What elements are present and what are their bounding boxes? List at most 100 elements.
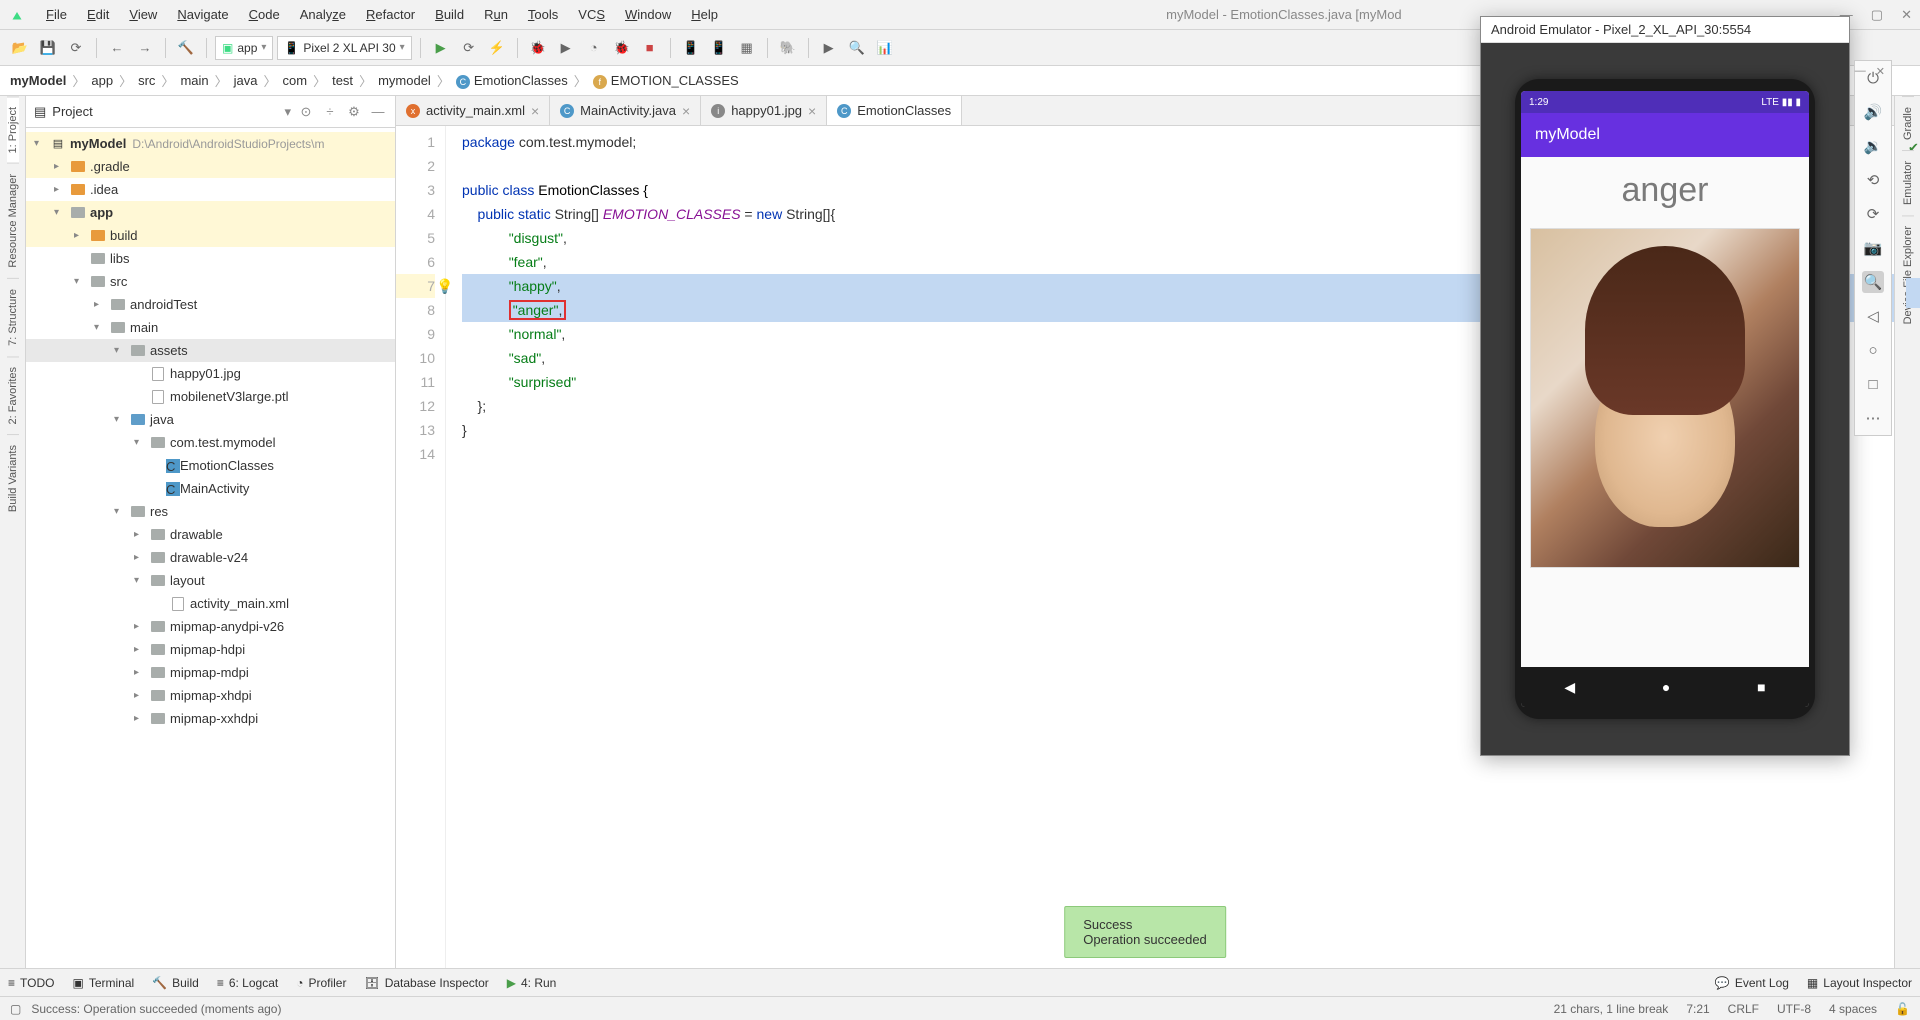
tree-root[interactable]: ▾▤myModelD:\Android\AndroidStudioProject… bbox=[26, 132, 395, 155]
coverage-icon[interactable]: ▶ bbox=[554, 36, 578, 60]
bottom-layout-inspector[interactable]: ▦ Layout Inspector bbox=[1807, 976, 1912, 990]
status-pos[interactable]: 7:21 bbox=[1686, 1002, 1709, 1016]
run-icon[interactable]: ▶ bbox=[429, 36, 453, 60]
status-box-icon[interactable]: ▢ bbox=[10, 1002, 21, 1016]
hide-icon[interactable]: — bbox=[369, 103, 387, 121]
emu-home-icon[interactable]: ○ bbox=[1862, 339, 1884, 361]
emulator-window-icon[interactable]: ▶ bbox=[817, 36, 841, 60]
gutter-project[interactable]: 1: Project bbox=[7, 96, 19, 163]
sdk-icon[interactable]: 📱 bbox=[707, 36, 731, 60]
bottom-logcat[interactable]: ≡ 6: Logcat bbox=[217, 976, 278, 990]
menu-run[interactable]: Run bbox=[474, 5, 518, 24]
tree-libs[interactable]: libs bbox=[26, 247, 395, 270]
apply-changes-icon[interactable]: ⟳ bbox=[457, 36, 481, 60]
save-icon[interactable]: 💾 bbox=[36, 36, 60, 60]
crumb-java[interactable]: java bbox=[234, 73, 258, 88]
tree-app[interactable]: ▾app bbox=[26, 201, 395, 224]
menu-refactor[interactable]: Refactor bbox=[356, 5, 425, 24]
crumb-project[interactable]: myModel bbox=[10, 73, 66, 88]
status-enc[interactable]: UTF-8 bbox=[1777, 1002, 1811, 1016]
tree-res[interactable]: ▾res bbox=[26, 500, 395, 523]
tree-drawable[interactable]: ▸drawable bbox=[26, 523, 395, 546]
run-config-selector[interactable]: ▣app▾ bbox=[215, 36, 273, 60]
rotate-left-icon[interactable]: ⟲ bbox=[1862, 169, 1884, 191]
tree-mip-xh[interactable]: ▸mipmap-xhdpi bbox=[26, 684, 395, 707]
project-tree[interactable]: ▾▤myModelD:\Android\AndroidStudioProject… bbox=[26, 128, 395, 968]
close-tab-icon[interactable]: × bbox=[682, 103, 690, 119]
crumb-com[interactable]: com bbox=[283, 73, 308, 88]
menu-build[interactable]: Build bbox=[425, 5, 474, 24]
tree-mip-h[interactable]: ▸mipmap-hdpi bbox=[26, 638, 395, 661]
crumb-test[interactable]: test bbox=[332, 73, 353, 88]
sync-gradle-icon[interactable]: 🐘 bbox=[776, 36, 800, 60]
select-opened-icon[interactable]: ⊙ bbox=[297, 103, 315, 121]
tree-mip-any[interactable]: ▸mipmap-anydpi-v26 bbox=[26, 615, 395, 638]
status-lock-icon[interactable]: 🔓 bbox=[1895, 1002, 1910, 1016]
menu-file[interactable]: File bbox=[36, 5, 77, 24]
nav-recent-icon[interactable]: ■ bbox=[1757, 679, 1765, 695]
maximize-icon[interactable]: ▢ bbox=[1871, 7, 1883, 23]
menu-code[interactable]: Code bbox=[239, 5, 290, 24]
emulator-window[interactable]: Android Emulator - Pixel_2_XL_API_30:555… bbox=[1480, 16, 1850, 756]
tree-mainactivity[interactable]: CMainActivity bbox=[26, 477, 395, 500]
bottom-run[interactable]: ▶ 4: Run bbox=[507, 976, 557, 990]
crumb-class[interactable]: CEmotionClasses bbox=[456, 73, 568, 89]
bottom-terminal[interactable]: ▣ Terminal bbox=[72, 976, 134, 990]
tree-mip-xxh[interactable]: ▸mipmap-xxhdpi bbox=[26, 707, 395, 730]
menu-window[interactable]: Window bbox=[615, 5, 681, 24]
back-icon[interactable]: ← bbox=[105, 36, 129, 60]
menu-vcs[interactable]: VCS bbox=[568, 5, 615, 24]
tab-activity-main[interactable]: xactivity_main.xml× bbox=[396, 96, 550, 125]
gutter-favorites[interactable]: 2: Favorites bbox=[7, 356, 19, 434]
emu-back-icon[interactable]: ◁ bbox=[1862, 305, 1884, 327]
gutter-device-explorer[interactable]: Device File Explorer bbox=[1902, 215, 1914, 334]
tree-mip-m[interactable]: ▸mipmap-mdpi bbox=[26, 661, 395, 684]
sync-icon[interactable]: ⟳ bbox=[64, 36, 88, 60]
bottom-db[interactable]: 🗄 Database Inspector bbox=[364, 976, 488, 990]
more-icon[interactable]: ⋯ bbox=[1862, 407, 1884, 429]
close-tab-icon[interactable]: × bbox=[531, 103, 539, 119]
bottom-profiler[interactable]: ◔ Profiler bbox=[296, 976, 346, 990]
nav-home-icon[interactable]: ● bbox=[1662, 679, 1670, 695]
forward-icon[interactable]: → bbox=[133, 36, 157, 60]
rotate-right-icon[interactable]: ⟳ bbox=[1862, 203, 1884, 225]
tree-assets[interactable]: ▾assets bbox=[26, 339, 395, 362]
menu-analyze[interactable]: Analyze bbox=[290, 5, 356, 24]
apply-code-icon[interactable]: ⚡ bbox=[485, 36, 509, 60]
tree-idea[interactable]: ▸.idea bbox=[26, 178, 395, 201]
avd-icon[interactable]: 📱 bbox=[679, 36, 703, 60]
tree-androidtest[interactable]: ▸androidTest bbox=[26, 293, 395, 316]
search-icon[interactable]: 🔍 bbox=[845, 36, 869, 60]
menu-view[interactable]: View bbox=[119, 5, 167, 24]
project-structure-icon[interactable]: 📊 bbox=[873, 36, 897, 60]
crumb-src[interactable]: src bbox=[138, 73, 155, 88]
status-indent[interactable]: 4 spaces bbox=[1829, 1002, 1877, 1016]
tree-layout[interactable]: ▾layout bbox=[26, 569, 395, 592]
menu-edit[interactable]: Edit bbox=[77, 5, 119, 24]
tree-pkg[interactable]: ▾com.test.mymodel bbox=[26, 431, 395, 454]
gutter-resource-manager[interactable]: Resource Manager bbox=[7, 163, 19, 278]
camera-icon[interactable]: 📷 bbox=[1862, 237, 1884, 259]
bottom-event-log[interactable]: 💬 Event Log bbox=[1715, 976, 1789, 990]
close-tab-icon[interactable]: × bbox=[808, 103, 816, 119]
debug-icon[interactable]: 🐞 bbox=[526, 36, 550, 60]
gutter-emulator[interactable]: Emulator bbox=[1902, 150, 1914, 215]
make-icon[interactable]: 🔨 bbox=[174, 36, 198, 60]
expand-all-icon[interactable]: ÷ bbox=[321, 103, 339, 121]
tree-src[interactable]: ▾src bbox=[26, 270, 395, 293]
lightbulb-icon[interactable]: 💡 bbox=[436, 274, 453, 298]
gutter-gradle[interactable]: Gradle bbox=[1902, 96, 1914, 150]
tab-emotionclasses[interactable]: CEmotionClasses bbox=[827, 96, 962, 125]
tree-drawable24[interactable]: ▸drawable-v24 bbox=[26, 546, 395, 569]
tree-main[interactable]: ▾main bbox=[26, 316, 395, 339]
crumb-app[interactable]: app bbox=[91, 73, 113, 88]
volume-down-icon[interactable]: 🔉 bbox=[1862, 135, 1884, 157]
resource-icon[interactable]: ▦ bbox=[735, 36, 759, 60]
emu-overview-icon[interactable]: □ bbox=[1862, 373, 1884, 395]
volume-up-icon[interactable]: 🔊 bbox=[1862, 101, 1884, 123]
emu-close-icon[interactable]: ✕ bbox=[1876, 65, 1885, 78]
tree-build[interactable]: ▸build bbox=[26, 224, 395, 247]
profile-icon[interactable]: ◔ bbox=[582, 36, 606, 60]
emu-minimize-icon[interactable]: — bbox=[1855, 65, 1866, 78]
tree-emotionclasses[interactable]: CEmotionClasses bbox=[26, 454, 395, 477]
